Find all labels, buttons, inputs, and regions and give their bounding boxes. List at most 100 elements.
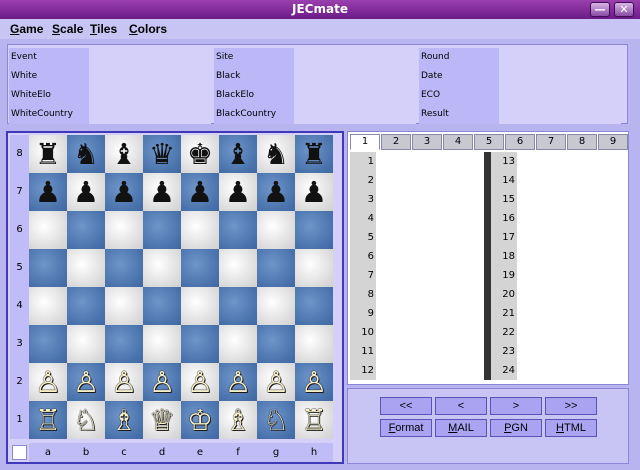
square-c8[interactable]: ♝ (105, 135, 143, 173)
chess-piece[interactable]: ♞ (263, 137, 289, 171)
menu-colors[interactable]: Colors (129, 21, 167, 37)
square-c6[interactable] (105, 211, 143, 249)
html-button[interactable]: HTML (545, 419, 597, 437)
square-g2[interactable]: ♙ (257, 363, 295, 401)
square-g4[interactable] (257, 287, 295, 325)
square-f8[interactable]: ♝ (219, 135, 257, 173)
next-move-button[interactable]: > (490, 397, 542, 415)
field-eco[interactable] (499, 86, 621, 105)
chess-piece[interactable]: ♝ (225, 137, 251, 171)
field-blackelo[interactable] (294, 86, 416, 105)
chess-piece[interactable]: ♘ (73, 403, 99, 437)
square-c3[interactable] (105, 325, 143, 363)
square-d7[interactable]: ♟ (143, 173, 181, 211)
menu-scale[interactable]: Scale (52, 21, 83, 37)
square-h6[interactable] (295, 211, 333, 249)
field-whiteelo[interactable] (89, 86, 211, 105)
square-h7[interactable]: ♟ (295, 173, 333, 211)
square-a4[interactable] (29, 287, 67, 325)
square-b5[interactable] (67, 249, 105, 287)
square-b2[interactable]: ♙ (67, 363, 105, 401)
tab-2[interactable]: 2 (381, 134, 411, 150)
chess-piece[interactable]: ♔ (187, 403, 213, 437)
square-f2[interactable]: ♙ (219, 363, 257, 401)
chess-piece[interactable]: ♚ (187, 137, 213, 171)
field-result[interactable] (499, 105, 621, 124)
square-d8[interactable]: ♛ (143, 135, 181, 173)
square-g8[interactable]: ♞ (257, 135, 295, 173)
chess-piece[interactable]: ♙ (149, 365, 175, 399)
chess-piece[interactable]: ♙ (301, 365, 327, 399)
field-white[interactable] (89, 67, 211, 86)
chess-piece[interactable]: ♙ (111, 365, 137, 399)
square-a5[interactable] (29, 249, 67, 287)
field-event[interactable] (89, 48, 211, 67)
square-f3[interactable] (219, 325, 257, 363)
mail-button[interactable]: MAIL (435, 419, 487, 437)
square-f1[interactable]: ♗ (219, 401, 257, 439)
square-b6[interactable] (67, 211, 105, 249)
close-button[interactable]: ✕ (614, 2, 634, 17)
square-h4[interactable] (295, 287, 333, 325)
chess-piece[interactable]: ♟ (111, 175, 137, 209)
square-g5[interactable] (257, 249, 295, 287)
chess-piece[interactable]: ♘ (263, 403, 289, 437)
chess-piece[interactable]: ♕ (149, 403, 175, 437)
field-site[interactable] (294, 48, 416, 67)
square-f6[interactable] (219, 211, 257, 249)
minimize-button[interactable]: — (590, 2, 610, 17)
tab-8[interactable]: 8 (567, 134, 597, 150)
chess-piece[interactable]: ♝ (111, 137, 137, 171)
square-a7[interactable]: ♟ (29, 173, 67, 211)
chess-piece[interactable]: ♙ (35, 365, 61, 399)
square-a3[interactable] (29, 325, 67, 363)
chess-piece[interactable]: ♟ (35, 175, 61, 209)
tab-3[interactable]: 3 (412, 134, 442, 150)
tab-5[interactable]: 5 (474, 134, 504, 150)
square-c5[interactable] (105, 249, 143, 287)
square-c4[interactable] (105, 287, 143, 325)
chess-piece[interactable]: ♙ (263, 365, 289, 399)
square-g6[interactable] (257, 211, 295, 249)
square-e3[interactable] (181, 325, 219, 363)
chess-piece[interactable]: ♟ (187, 175, 213, 209)
square-d3[interactable] (143, 325, 181, 363)
square-e6[interactable] (181, 211, 219, 249)
square-d2[interactable]: ♙ (143, 363, 181, 401)
square-a6[interactable] (29, 211, 67, 249)
chess-piece[interactable]: ♖ (35, 403, 61, 437)
square-d4[interactable] (143, 287, 181, 325)
format-button[interactable]: Format (380, 419, 432, 437)
square-e1[interactable]: ♔ (181, 401, 219, 439)
chess-piece[interactable]: ♟ (225, 175, 251, 209)
chess-piece[interactable]: ♞ (73, 137, 99, 171)
menu-game[interactable]: Game (10, 21, 43, 37)
square-f7[interactable]: ♟ (219, 173, 257, 211)
tab-4[interactable]: 4 (443, 134, 473, 150)
field-black[interactable] (294, 67, 416, 86)
square-g7[interactable]: ♟ (257, 173, 295, 211)
square-d6[interactable] (143, 211, 181, 249)
square-d5[interactable] (143, 249, 181, 287)
previous-move-button[interactable]: < (435, 397, 487, 415)
chess-piece[interactable]: ♟ (301, 175, 327, 209)
chess-piece[interactable]: ♗ (225, 403, 251, 437)
chess-piece[interactable]: ♟ (263, 175, 289, 209)
square-h8[interactable]: ♜ (295, 135, 333, 173)
square-e4[interactable] (181, 287, 219, 325)
field-round[interactable] (499, 48, 621, 67)
square-c2[interactable]: ♙ (105, 363, 143, 401)
field-date[interactable] (499, 67, 621, 86)
square-f4[interactable] (219, 287, 257, 325)
chess-piece[interactable]: ♖ (301, 403, 327, 437)
square-d1[interactable]: ♕ (143, 401, 181, 439)
square-a1[interactable]: ♖ (29, 401, 67, 439)
field-blackcountry[interactable] (294, 105, 416, 124)
field-whitecountry[interactable] (89, 105, 211, 124)
tab-6[interactable]: 6 (505, 134, 535, 150)
tab-1[interactable]: 1 (350, 134, 380, 150)
square-g1[interactable]: ♘ (257, 401, 295, 439)
last-move-button[interactable]: >> (545, 397, 597, 415)
pgn-button[interactable]: PGN (490, 419, 542, 437)
square-c1[interactable]: ♗ (105, 401, 143, 439)
